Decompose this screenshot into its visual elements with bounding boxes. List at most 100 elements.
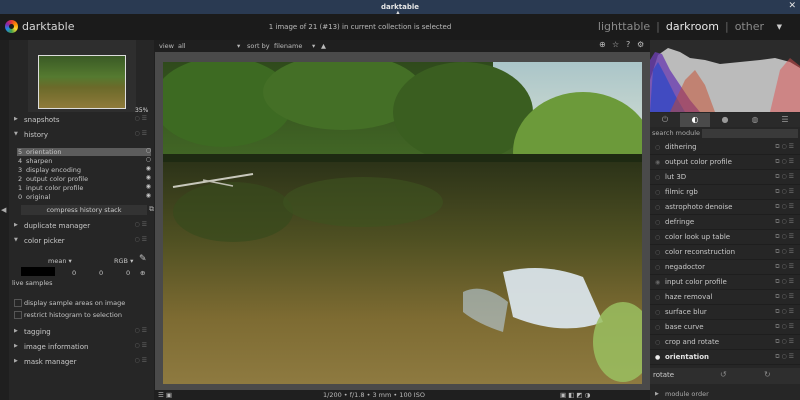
chevron-down-icon[interactable]: ▼: [777, 23, 782, 31]
reset-icon[interactable]: ○ ☰: [134, 327, 147, 334]
power-icon[interactable]: ○: [655, 144, 660, 151]
rotate-right-icon[interactable]: ↻: [764, 370, 771, 379]
power-icon[interactable]: ○: [655, 189, 660, 196]
module-actions-icon[interactable]: ⧉ ○ ☰: [775, 263, 794, 271]
edited-photo[interactable]: [163, 62, 642, 384]
star-icon[interactable]: ☆: [612, 40, 619, 49]
view-lighttable[interactable]: lighttable: [598, 20, 650, 33]
search-input[interactable]: [702, 129, 798, 138]
add-sample-icon[interactable]: ⊕: [140, 269, 145, 277]
module-actions-icon[interactable]: ⧉ ○ ☰: [775, 158, 794, 166]
picker-mode-select[interactable]: mean ▾: [48, 257, 72, 265]
history-item[interactable]: 2 output color profile ◉: [17, 174, 151, 183]
quick-access-icon[interactable]: ☰ ▣: [158, 391, 172, 399]
power-icon[interactable]: ○: [655, 264, 660, 271]
reset-icon[interactable]: ○ ☰: [134, 115, 147, 122]
power-icon[interactable]: ○: [655, 309, 660, 316]
history-item[interactable]: 4 sharpen ○: [17, 156, 151, 165]
snapshots-header[interactable]: ▶ snapshots ○ ☰: [9, 113, 154, 127]
reset-icon[interactable]: ○ ☰: [134, 236, 147, 243]
module-item[interactable]: ○ dithering ⧉ ○ ☰: [650, 140, 800, 155]
collapse-left-icon[interactable]: ◀: [1, 206, 6, 214]
reset-icon[interactable]: ○ ☰: [134, 130, 147, 137]
module-item-orientation[interactable]: ● orientation ⧉ ○ ☰: [650, 350, 800, 365]
close-icon[interactable]: ✕: [788, 1, 796, 11]
active-modules-icon[interactable]: ◐: [680, 113, 710, 127]
module-item[interactable]: ○ base curve ⧉ ○ ☰: [650, 320, 800, 335]
module-actions-icon[interactable]: ⧉ ○ ☰: [775, 203, 794, 211]
eyedropper-icon[interactable]: ✎: [139, 254, 147, 264]
history-item[interactable]: 1 input color profile ◉: [17, 183, 151, 192]
picker-model-select[interactable]: RGB ▾: [114, 257, 133, 265]
module-item[interactable]: ○ defringe ⧉ ○ ☰: [650, 215, 800, 230]
module-item[interactable]: ○ color reconstruction ⧉ ○ ☰: [650, 245, 800, 260]
chevron-down-icon[interactable]: ▾: [312, 42, 315, 50]
module-item[interactable]: ○ filmic rgb ⧉ ○ ☰: [650, 185, 800, 200]
chevron-down-icon[interactable]: ▾: [237, 42, 240, 50]
power-icon[interactable]: ◉: [655, 279, 660, 286]
module-actions-icon[interactable]: ⧉ ○ ☰: [775, 143, 794, 151]
module-item[interactable]: ○ negadoctor ⧉ ○ ☰: [650, 260, 800, 275]
view-darkroom[interactable]: darkroom: [666, 20, 719, 33]
tab-base[interactable]: ●: [710, 113, 740, 127]
mask-manager-header[interactable]: ▶ mask manager ○ ☰: [9, 355, 154, 369]
power-icon[interactable]: ○: [655, 294, 660, 301]
module-item[interactable]: ○ crop and rotate ⧉ ○ ☰: [650, 335, 800, 350]
reset-icon[interactable]: ○ ☰: [134, 342, 147, 349]
compress-history-button[interactable]: compress history stack: [21, 205, 147, 215]
image-canvas[interactable]: [155, 52, 650, 390]
power-icon[interactable]: ○: [655, 219, 660, 226]
module-actions-icon[interactable]: ⧉ ○ ☰: [775, 293, 794, 301]
module-item[interactable]: ○ haze removal ⧉ ○ ☰: [650, 290, 800, 305]
power-icon[interactable]: ◉: [655, 159, 660, 166]
module-actions-icon[interactable]: ⧉ ○ ☰: [775, 188, 794, 196]
view-filter-select[interactable]: all: [178, 42, 186, 50]
module-actions-icon[interactable]: ⧉ ○ ☰: [775, 278, 794, 286]
module-item[interactable]: ○ astrophoto denoise ⧉ ○ ☰: [650, 200, 800, 215]
power-icon[interactable]: ○: [655, 339, 660, 346]
module-actions-icon[interactable]: ⧉ ○ ☰: [775, 353, 794, 361]
module-item[interactable]: ○ color look up table ⧉ ○ ☰: [650, 230, 800, 245]
overexposed-icon[interactable]: ▣ ◧ ◩ ◑: [560, 391, 590, 399]
restrict-histogram-checkbox[interactable]: [14, 311, 22, 319]
history-item[interactable]: 5 orientation ○: [17, 147, 151, 156]
menu-icon[interactable]: ☰: [770, 113, 800, 127]
module-actions-icon[interactable]: ⧉ ○ ☰: [775, 308, 794, 316]
view-other[interactable]: other: [735, 20, 764, 33]
sort-select[interactable]: filename: [274, 42, 302, 50]
rotate-left-icon[interactable]: ↺: [720, 370, 727, 379]
reset-icon[interactable]: ○ ☰: [134, 357, 147, 364]
module-actions-icon[interactable]: ⧉ ○ ☰: [775, 338, 794, 346]
tagging-header[interactable]: ▶ tagging ○ ☰: [9, 325, 154, 339]
help-icon[interactable]: ?: [626, 40, 630, 49]
power-icon[interactable]: ⏻: [650, 113, 680, 127]
create-style-icon[interactable]: ⧉: [149, 205, 154, 214]
navigation-thumbnail[interactable]: [38, 55, 126, 109]
history-header[interactable]: ▼ history ○ ☰: [9, 128, 154, 142]
module-actions-icon[interactable]: ⧉ ○ ☰: [775, 173, 794, 181]
power-icon[interactable]: ○: [655, 174, 660, 181]
image-information-header[interactable]: ▶ image information ○ ☰: [9, 340, 154, 354]
module-item[interactable]: ◉ input color profile ⧉ ○ ☰: [650, 275, 800, 290]
history-item[interactable]: 3 display encoding ◉: [17, 165, 151, 174]
power-icon[interactable]: ○: [655, 324, 660, 331]
power-icon[interactable]: ○: [655, 204, 660, 211]
reset-icon[interactable]: ○ ☰: [134, 221, 147, 228]
duplicate-manager-header[interactable]: ▶ duplicate manager ○ ☰: [9, 219, 154, 233]
power-icon[interactable]: ○: [655, 249, 660, 256]
module-actions-icon[interactable]: ⧉ ○ ☰: [775, 233, 794, 241]
module-actions-icon[interactable]: ⧉ ○ ☰: [775, 218, 794, 226]
navigation-preview[interactable]: [28, 40, 136, 112]
display-areas-checkbox[interactable]: [14, 299, 22, 307]
color-picker-header[interactable]: ▼ color picker ○ ☰: [9, 234, 154, 248]
gear-icon[interactable]: ⚙: [637, 40, 644, 49]
module-item[interactable]: ○ lut 3D ⧉ ○ ☰: [650, 170, 800, 185]
history-item[interactable]: 0 original ◉: [17, 192, 151, 201]
module-order-row[interactable]: ▶ module order: [650, 390, 800, 400]
grouping-icon[interactable]: ⊕: [599, 40, 606, 49]
module-item[interactable]: ○ surface blur ⧉ ○ ☰: [650, 305, 800, 320]
power-icon[interactable]: ●: [655, 354, 660, 361]
module-actions-icon[interactable]: ⧉ ○ ☰: [775, 248, 794, 256]
sort-direction-icon[interactable]: ▲: [321, 42, 326, 50]
power-icon[interactable]: ○: [655, 234, 660, 241]
